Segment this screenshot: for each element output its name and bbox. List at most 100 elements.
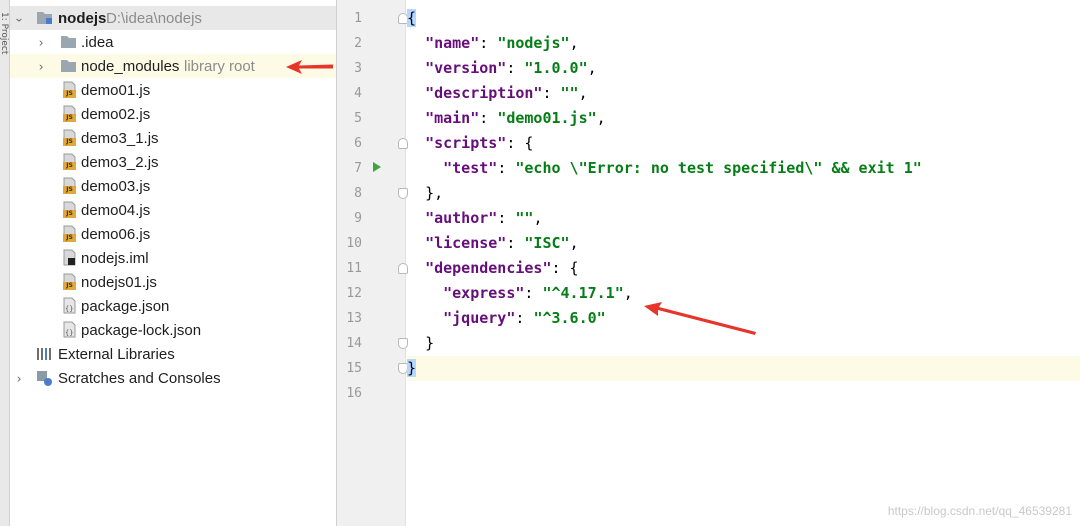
json-key: "dependencies" xyxy=(425,259,552,277)
json-string: "1.0.0" xyxy=(524,59,588,77)
line-number: 7 xyxy=(354,161,362,176)
tree-item-package-json[interactable]: {} package.json xyxy=(10,294,336,318)
json-key: "jquery" xyxy=(443,309,516,327)
close-brace: } xyxy=(407,359,417,377)
tree-item-label: .idea xyxy=(81,33,114,51)
json-key: "version" xyxy=(425,59,507,77)
tree-item-demo3-1-js[interactable]: JS demo3_1.js xyxy=(10,126,336,150)
code-line-9: "author": "", xyxy=(425,209,543,227)
code-line-15: } xyxy=(407,356,1080,381)
tree-item-demo04-js[interactable]: JS demo04.js xyxy=(10,198,336,222)
tree-item-nodejs01-js[interactable]: JS nodejs01.js xyxy=(10,270,336,294)
project-tool-window-label[interactable]: 1: Project xyxy=(0,12,9,54)
js-file-icon: JS xyxy=(61,177,78,194)
close-brace: } xyxy=(425,334,435,352)
tree-root-nodejs[interactable]: ⌄ nodejs D:\idea\nodejs xyxy=(10,6,336,30)
chevron-right-icon[interactable]: › xyxy=(34,35,48,49)
code-line-1: { xyxy=(407,6,1080,31)
json-string: "nodejs" xyxy=(497,34,570,52)
tree-item-demo01-js[interactable]: JS demo01.js xyxy=(10,78,336,102)
annotation-arrow-node-modules xyxy=(286,60,333,74)
code-area[interactable]: { "name": "nodejs", "version": "1.0.0", … xyxy=(407,0,1080,526)
chevron-right-icon[interactable]: › xyxy=(12,371,26,385)
line-number: 10 xyxy=(346,236,362,251)
line-number: 6 xyxy=(354,136,362,151)
tree-item-demo3-2-js[interactable]: JS demo3_2.js xyxy=(10,150,336,174)
code-editor[interactable]: 1 2 3 4 5 6 7 8 9 10 11 12 13 14 15 16 {… xyxy=(337,0,1080,526)
open-brace: { xyxy=(407,9,417,27)
tree-item-nodejs-iml[interactable]: nodejs.iml xyxy=(10,246,336,270)
svg-text:{}: {} xyxy=(65,305,73,313)
js-file-icon: JS xyxy=(61,105,78,122)
tree-item-label: package.json xyxy=(81,297,170,315)
line-number: 15 xyxy=(346,361,362,376)
json-key: "name" xyxy=(425,34,480,52)
annotation-arrow-dependencies xyxy=(644,302,756,335)
line-number: 2 xyxy=(354,36,362,51)
code-line-7: "test": "echo \"Error: no test specified… xyxy=(443,159,922,177)
tree-item-demo06-js[interactable]: JS demo06.js xyxy=(10,222,336,246)
json-string: "ISC" xyxy=(524,234,570,252)
tree-item-label: Scratches and Consoles xyxy=(58,369,221,387)
line-number: 16 xyxy=(346,386,362,401)
run-script-icon[interactable] xyxy=(373,162,381,172)
json-string: "" xyxy=(560,84,579,102)
js-file-icon: JS xyxy=(61,81,78,98)
json-key: "scripts" xyxy=(425,134,507,152)
tree-item-external-libraries[interactable]: External Libraries xyxy=(10,342,336,366)
code-line-6: "scripts": { xyxy=(425,134,534,152)
svg-text:{}: {} xyxy=(65,329,73,337)
tree-item-label: package-lock.json xyxy=(81,321,202,339)
tree-item-scratches-and-consoles[interactable]: › Scratches and Consoles xyxy=(10,366,336,390)
json-file-icon: {} xyxy=(61,321,78,338)
tree-item-package-lock-json[interactable]: {} package-lock.json xyxy=(10,318,336,342)
js-file-icon: JS xyxy=(61,153,78,170)
js-file-icon: JS xyxy=(61,225,78,242)
watermark: https://blog.csdn.net/qq_46539281 xyxy=(887,504,1072,518)
module-folder-icon xyxy=(36,10,53,27)
tree-item-label: demo3_1.js xyxy=(81,129,159,147)
code-line-5: "main": "demo01.js", xyxy=(425,109,606,127)
iml-file-icon xyxy=(61,249,78,266)
tree-item-label: demo03.js xyxy=(81,177,151,195)
line-number: 4 xyxy=(354,86,362,101)
tree-item-demo02-js[interactable]: JS demo02.js xyxy=(10,102,336,126)
project-tool-window-strip[interactable]: 1: Project xyxy=(0,0,10,526)
json-key: "license" xyxy=(425,234,507,252)
tree-item-demo03-js[interactable]: JS demo03.js xyxy=(10,174,336,198)
tree-item-label: demo06.js xyxy=(81,225,151,243)
tree-item-idea[interactable]: › .idea xyxy=(10,30,336,54)
chevron-right-icon[interactable]: › xyxy=(34,59,48,73)
json-file-icon: {} xyxy=(61,297,78,314)
code-line-4: "description": "", xyxy=(425,84,588,102)
js-file-icon: JS xyxy=(61,273,78,290)
library-icon xyxy=(36,346,53,363)
line-number: 13 xyxy=(346,311,362,326)
tree-item-label: nodejs.iml xyxy=(81,249,149,267)
tree-item-label: demo02.js xyxy=(81,105,151,123)
line-number: 1 xyxy=(354,11,362,26)
code-line-8: }, xyxy=(425,184,444,202)
json-key: "main" xyxy=(425,109,480,127)
tree-item-label: demo04.js xyxy=(81,201,151,219)
folder-icon xyxy=(60,58,77,75)
json-key: "author" xyxy=(425,209,498,227)
tree-item-label: node_modules xyxy=(81,57,180,75)
code-line-10: "license": "ISC", xyxy=(425,234,579,252)
chevron-down-icon[interactable]: ⌄ xyxy=(12,11,26,25)
json-string: "demo01.js" xyxy=(497,109,597,127)
line-number: 12 xyxy=(346,286,362,301)
line-number: 14 xyxy=(346,336,362,351)
json-string: "echo \"Error: no test specified\" && ex… xyxy=(515,159,922,177)
json-key: "express" xyxy=(443,284,525,302)
json-string: "" xyxy=(515,209,534,227)
line-number: 3 xyxy=(354,61,362,76)
folder-icon xyxy=(60,34,77,51)
json-key: "test" xyxy=(443,159,498,177)
json-string: "^3.6.0" xyxy=(533,309,606,327)
line-number: 8 xyxy=(354,186,362,201)
tree-item-label: nodejs01.js xyxy=(81,273,157,291)
tree-item-label: demo3_2.js xyxy=(81,153,159,171)
editor-gutter: 1 2 3 4 5 6 7 8 9 10 11 12 13 14 15 16 xyxy=(337,0,408,526)
